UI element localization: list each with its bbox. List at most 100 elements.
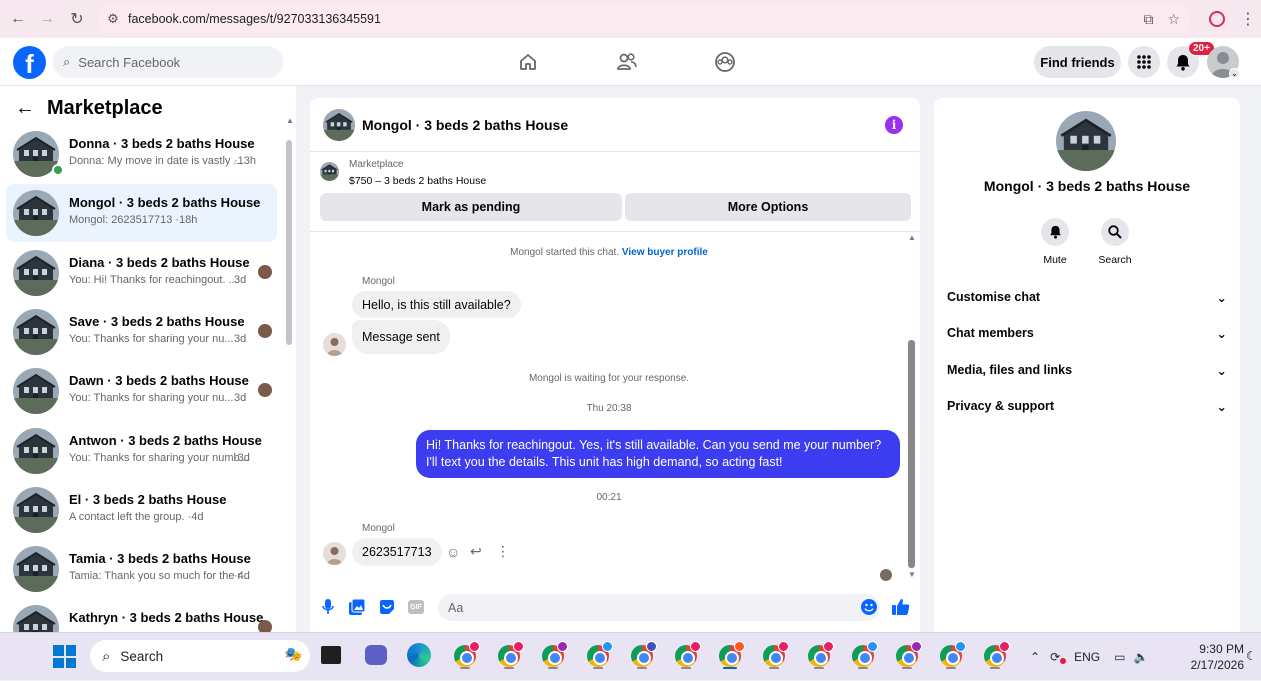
listing-mini-thumbnail[interactable] (320, 162, 339, 181)
chrome-taskbar-icon[interactable] (629, 641, 657, 669)
facebook-logo-icon[interactable]: f (13, 46, 46, 79)
facebook-search-input[interactable]: ⌕ Search Facebook (53, 46, 283, 78)
taskbar-search[interactable]: ⌕ Search 🎭 (90, 640, 310, 672)
chrome-taskbar-icon[interactable] (761, 641, 790, 669)
chrome-taskbar-icon[interactable] (585, 641, 613, 669)
conversation-item[interactable]: Diana · 3 beds 2 baths House You: Hi! Tha… (6, 244, 277, 302)
preview-text: You: Thanks for sharing your numb... (69, 451, 249, 464)
emoji-icon[interactable] (860, 598, 878, 616)
sync-icon[interactable]: ⟳ (1050, 650, 1067, 664)
react-emoji-icon[interactable]: ☺ (446, 544, 460, 560)
reload-icon[interactable]: ↻ (63, 5, 91, 33)
conversation-item[interactable]: Donna · 3 beds 2 baths House Donna: My mo… (6, 125, 277, 183)
chrome-taskbar-icon[interactable] (717, 641, 746, 669)
clock-time: 9:30 PM (1199, 642, 1244, 656)
incoming-message[interactable]: Message sent (352, 320, 450, 354)
sender-avatar[interactable] (323, 542, 346, 565)
sender-avatar[interactable] (323, 333, 346, 356)
conversation-item[interactable]: Tamia · 3 beds 2 baths House Tamia: Thank… (6, 540, 277, 598)
mute-button[interactable]: Mute (1030, 218, 1080, 266)
search-in-chat-button[interactable]: Search (1090, 218, 1140, 266)
profile-icon[interactable] (1209, 11, 1225, 27)
view-buyer-profile-link[interactable]: View buyer profile (622, 247, 708, 258)
conversation-preview: Mongol: 2623517713 (69, 214, 172, 226)
conversation-item[interactable]: Antwon · 3 beds 2 baths House You: Thanks… (6, 422, 277, 480)
chrome-taskbar-icon[interactable] (806, 641, 834, 669)
listing-photo[interactable] (1056, 111, 1116, 171)
thumbs-up-icon[interactable] (892, 598, 910, 616)
customise-chat-row[interactable]: Customise chat ⌄ (947, 282, 1227, 312)
chrome-taskbar-icon[interactable] (894, 641, 922, 669)
gif-icon[interactable]: GIF (407, 598, 425, 616)
chrome-taskbar-icon[interactable] (540, 641, 569, 669)
windows-start-icon[interactable] (53, 645, 76, 668)
more-actions-icon[interactable]: ⋮ (496, 543, 510, 560)
home-icon[interactable] (516, 50, 540, 74)
media-files-links-row[interactable]: Media, files and links ⌄ (947, 355, 1227, 385)
chevron-down-icon[interactable]: ⌄ (1229, 68, 1240, 79)
menu-kebab-icon[interactable]: ⋮ (1240, 9, 1256, 29)
conversation-name: Save · 3 beds 2 baths House (69, 313, 245, 329)
preview-text: Tamia: Thank you so much for the r... (69, 570, 250, 583)
conversation-item[interactable]: Dawn · 3 beds 2 baths House You: Thanks f… (6, 362, 277, 420)
listing-thumbnail[interactable] (323, 109, 355, 141)
edge-browser-icon[interactable] (407, 643, 433, 669)
conversation-thumbnail (13, 249, 59, 296)
menu-grid-icon[interactable] (1128, 46, 1160, 78)
incoming-message[interactable]: 2623517713 (352, 538, 442, 566)
chevron-up-icon[interactable]: ⌃ (1030, 650, 1040, 664)
conversation-time: 3d (234, 332, 247, 345)
message-input[interactable]: Aa (438, 594, 880, 621)
language-indicator[interactable]: ENG (1074, 650, 1100, 664)
forward-icon[interactable]: → (33, 5, 61, 33)
conversation-name: Tamia · 3 beds 2 baths House (69, 551, 251, 567)
clock[interactable]: 9:30 PM 2/17/2026 (1178, 641, 1244, 673)
info-icon[interactable]: i (885, 116, 903, 134)
reply-icon[interactable]: ↩ (470, 543, 482, 560)
notification-moon-icon[interactable]: ☾ (1246, 649, 1257, 663)
conversation-item[interactable]: El · 3 beds 2 baths House A contact left … (6, 481, 277, 539)
preview-text: Mongol: 2623517713 (69, 214, 173, 227)
chat-scrollbar[interactable]: ▲ ▼ (908, 233, 916, 579)
chat-title[interactable]: Mongol · 3 beds 2 baths House (362, 117, 568, 133)
outgoing-message[interactable]: Hi! Thanks for reachingout. Yes, it's st… (416, 430, 900, 478)
back-arrow-icon[interactable]: ← (15, 97, 35, 120)
network-icon[interactable]: ▭ (1114, 650, 1125, 664)
volume-icon[interactable]: 🔈 (1133, 650, 1148, 664)
sidebar-scrollbar[interactable]: ▲ (286, 116, 294, 426)
message-placeholder: Aa (448, 600, 464, 615)
chrome-taskbar-icon[interactable] (496, 641, 525, 669)
chrome-taskbar-icon[interactable] (850, 641, 878, 669)
conversation-preview: You: Hi! Thanks for reachingout. ... (69, 274, 238, 286)
cast-icon[interactable]: ⧉ (1143, 11, 1153, 28)
friends-icon[interactable] (615, 50, 639, 74)
microphone-icon[interactable] (319, 598, 337, 616)
conversation-preview: You: Thanks for sharing your nu... (69, 392, 234, 404)
more-options-button[interactable]: More Options (625, 193, 911, 221)
address-bar[interactable]: ⚙ facebook.com/messages/t/92703313634559… (98, 5, 1190, 33)
chat-members-row[interactable]: Chat members ⌄ (947, 318, 1227, 348)
sticker-icon[interactable] (378, 598, 396, 616)
chrome-taskbar-icon[interactable] (982, 641, 1011, 669)
chrome-taskbar-icon[interactable] (452, 641, 480, 669)
conversation-item[interactable]: Save · 3 beds 2 baths House You: Thanks f… (6, 303, 277, 361)
bookmark-star-icon[interactable]: ☆ (1167, 11, 1180, 28)
listing-price[interactable]: $750 – 3 beds 2 baths House (349, 175, 486, 187)
site-info-icon[interactable]: ⚙ (98, 11, 128, 27)
groups-icon[interactable] (713, 50, 737, 74)
facebook-header: f ⌕ Search Facebook Find friends 20+ ⌄ (0, 38, 1261, 86)
back-icon[interactable]: ← (4, 5, 32, 33)
chevron-down-icon: ⌄ (1216, 363, 1227, 378)
row-label: Customise chat (947, 290, 1041, 304)
chrome-taskbar-icon[interactable] (938, 641, 967, 669)
find-friends-button[interactable]: Find friends (1034, 46, 1121, 78)
task-view-icon[interactable] (318, 643, 344, 669)
photo-icon[interactable] (348, 598, 366, 616)
privacy-support-row[interactable]: Privacy & support ⌄ (947, 391, 1227, 421)
row-label: Privacy & support (947, 399, 1054, 413)
conversation-item[interactable]: Mongol · 3 beds 2 baths House Mongol: 262… (6, 184, 277, 243)
incoming-message[interactable]: Hello, is this still available? (352, 291, 521, 318)
meet-icon[interactable] (363, 643, 389, 669)
mark-pending-button[interactable]: Mark as pending (320, 193, 622, 221)
chrome-taskbar-icon[interactable] (673, 641, 701, 669)
